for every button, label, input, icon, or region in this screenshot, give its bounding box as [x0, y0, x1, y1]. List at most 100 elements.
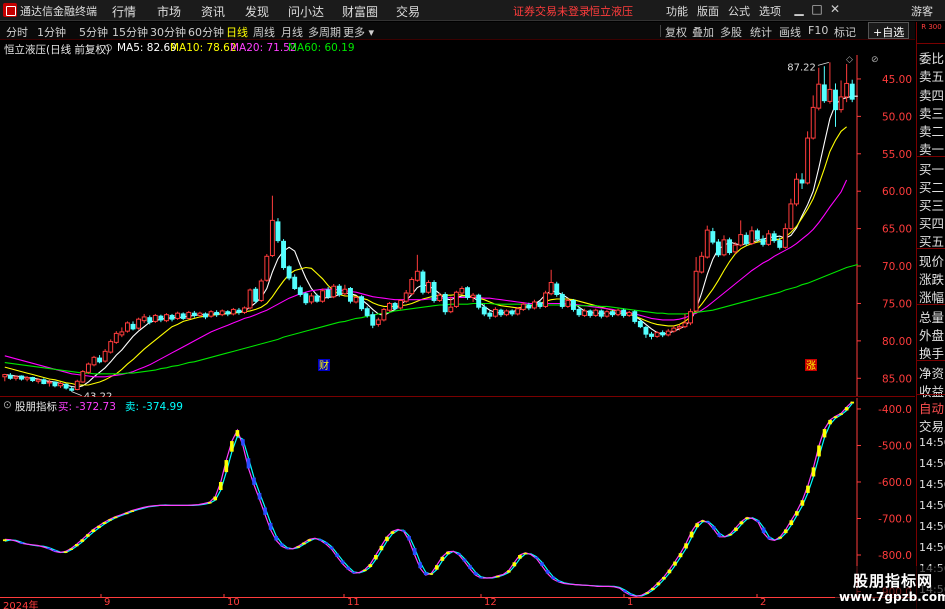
period-15min[interactable]: 15分钟: [112, 24, 148, 40]
app-logo-icon: [3, 3, 17, 17]
candle-body: [526, 304, 532, 309]
candle-body: [342, 288, 348, 295]
candle: [19, 375, 24, 381]
minimize-icon[interactable]: ▁: [792, 2, 806, 16]
menu-zixun[interactable]: 资讯: [201, 3, 225, 20]
add-favorite-button[interactable]: +自选: [868, 22, 910, 39]
candle-body: [219, 310, 225, 316]
period-multi[interactable]: 多周期: [308, 24, 341, 40]
candle-body: [308, 295, 314, 303]
menu-caifuquan[interactable]: 财富圈: [342, 3, 378, 20]
candle: [593, 308, 599, 317]
candle: [788, 198, 794, 231]
candle: [704, 225, 710, 259]
indicator-signal-bar: [795, 511, 799, 516]
tick-time-label: 14:56: [919, 520, 945, 533]
menu-jiaoyi[interactable]: 交易: [396, 3, 420, 20]
menu-shichang[interactable]: 市场: [157, 3, 181, 20]
candle-body: [113, 332, 119, 343]
tool-tongji[interactable]: 统计: [750, 24, 772, 40]
candle: [314, 293, 320, 303]
candle-body: [236, 309, 242, 313]
period-more[interactable]: 更多 ▾: [343, 24, 374, 40]
guest-user[interactable]: 游客: [911, 3, 933, 19]
menu-banmian[interactable]: 版面: [697, 3, 719, 19]
menu-hangqing[interactable]: 行情: [112, 3, 136, 20]
indicator-signal-bar: [689, 531, 694, 538]
candle: [849, 79, 855, 103]
indicator-signal-bar: [662, 576, 666, 580]
close-icon[interactable]: ✕: [828, 2, 842, 16]
candle-body: [208, 311, 214, 317]
tick-time-label: 14:56: [919, 457, 945, 470]
candle-body: [52, 381, 58, 387]
menu-wenxiaoda[interactable]: 问小达: [288, 3, 324, 20]
candle: [782, 223, 788, 249]
indicator-signal-bar: [534, 556, 539, 559]
indicator-settings-icon[interactable]: ⊙: [3, 399, 12, 411]
maximize-icon[interactable]: □: [810, 2, 824, 16]
candle-body: [74, 380, 80, 391]
period-1min[interactable]: 1分钟: [37, 24, 66, 40]
login-warning[interactable]: 证券交易未登录: [513, 3, 590, 19]
indicator-signal-bar: [767, 536, 771, 540]
indicator-signal-bar: [556, 580, 561, 583]
panel-header[interactable]: R 300: [917, 22, 945, 44]
candle-body: [704, 229, 710, 258]
period-5min[interactable]: 5分钟: [79, 24, 108, 40]
settings-circle-icon[interactable]: ⊙: [104, 42, 113, 54]
period-weekly[interactable]: 周线: [253, 24, 275, 40]
indicator-signal-bar: [368, 564, 373, 568]
period-fenshi[interactable]: 分时: [6, 24, 28, 40]
indicator-signal-bar: [761, 527, 766, 534]
candle-body: [498, 309, 504, 316]
title-bar: 通达信金融终端 行情 市场 资讯 发现 问小达 财富圈 交易 证券交易未登录 恒…: [0, 0, 945, 21]
tool-biaoji[interactable]: 标记: [834, 24, 856, 40]
quote-label: 委比: [919, 51, 945, 66]
candle: [281, 239, 286, 270]
tool-diejia[interactable]: 叠加: [692, 24, 714, 40]
date-label: 1: [627, 597, 634, 608]
menu-gongshi[interactable]: 公式: [728, 3, 750, 19]
menu-xuanxiang[interactable]: 选项: [759, 3, 781, 19]
menu-gongneng[interactable]: 功能: [666, 3, 688, 19]
candle-body: [85, 363, 91, 373]
ma60-value: MA60: 60.19: [288, 42, 355, 54]
candle-body: [152, 314, 158, 322]
period-daily[interactable]: 日线: [226, 24, 248, 40]
tool-fuquan[interactable]: 复权: [665, 24, 687, 40]
period-60min[interactable]: 60分钟: [188, 24, 224, 40]
candle: [370, 311, 376, 329]
candle: [671, 325, 677, 333]
candle-body: [314, 295, 320, 302]
price-chart[interactable]: 85.00 80.00 75.00 70.00 65.00 60.00 55.00 50.00…: [0, 55, 915, 397]
menu-faxian[interactable]: 发现: [245, 3, 269, 20]
candle-body: [459, 287, 465, 294]
candle-body: [275, 221, 281, 242]
candle: [230, 307, 236, 316]
candle: [604, 310, 610, 318]
candle: [74, 379, 80, 391]
candle-body: [732, 244, 738, 253]
tool-duogu[interactable]: 多股: [720, 24, 742, 40]
indicator-signal-bar: [806, 485, 810, 493]
indicator-chart[interactable]: -400.0-500.0-600.0-700.0-800.0-900.0: [0, 398, 915, 598]
candle-body: [632, 311, 638, 322]
candle: [30, 376, 36, 383]
period-30min[interactable]: 30分钟: [150, 24, 186, 40]
candle-body: [214, 311, 220, 316]
indicator-sell-value: 卖: -374.99: [125, 401, 183, 413]
candle: [303, 292, 309, 305]
period-monthly[interactable]: 月线: [281, 24, 303, 40]
candle-body: [682, 322, 688, 328]
date-axis: 2024年 9 10 11 12 1 2: [0, 597, 915, 609]
tool-huaxian[interactable]: 画线: [779, 24, 801, 40]
indicator-signal-bar: [695, 523, 699, 528]
quote-label: 买一: [919, 162, 945, 177]
candle: [699, 251, 705, 274]
price-tick-label: 50.00: [882, 111, 912, 123]
candle: [476, 293, 482, 310]
tool-f10[interactable]: F10: [808, 24, 828, 37]
quote-label: 卖四: [919, 88, 945, 103]
candle: [821, 66, 827, 103]
